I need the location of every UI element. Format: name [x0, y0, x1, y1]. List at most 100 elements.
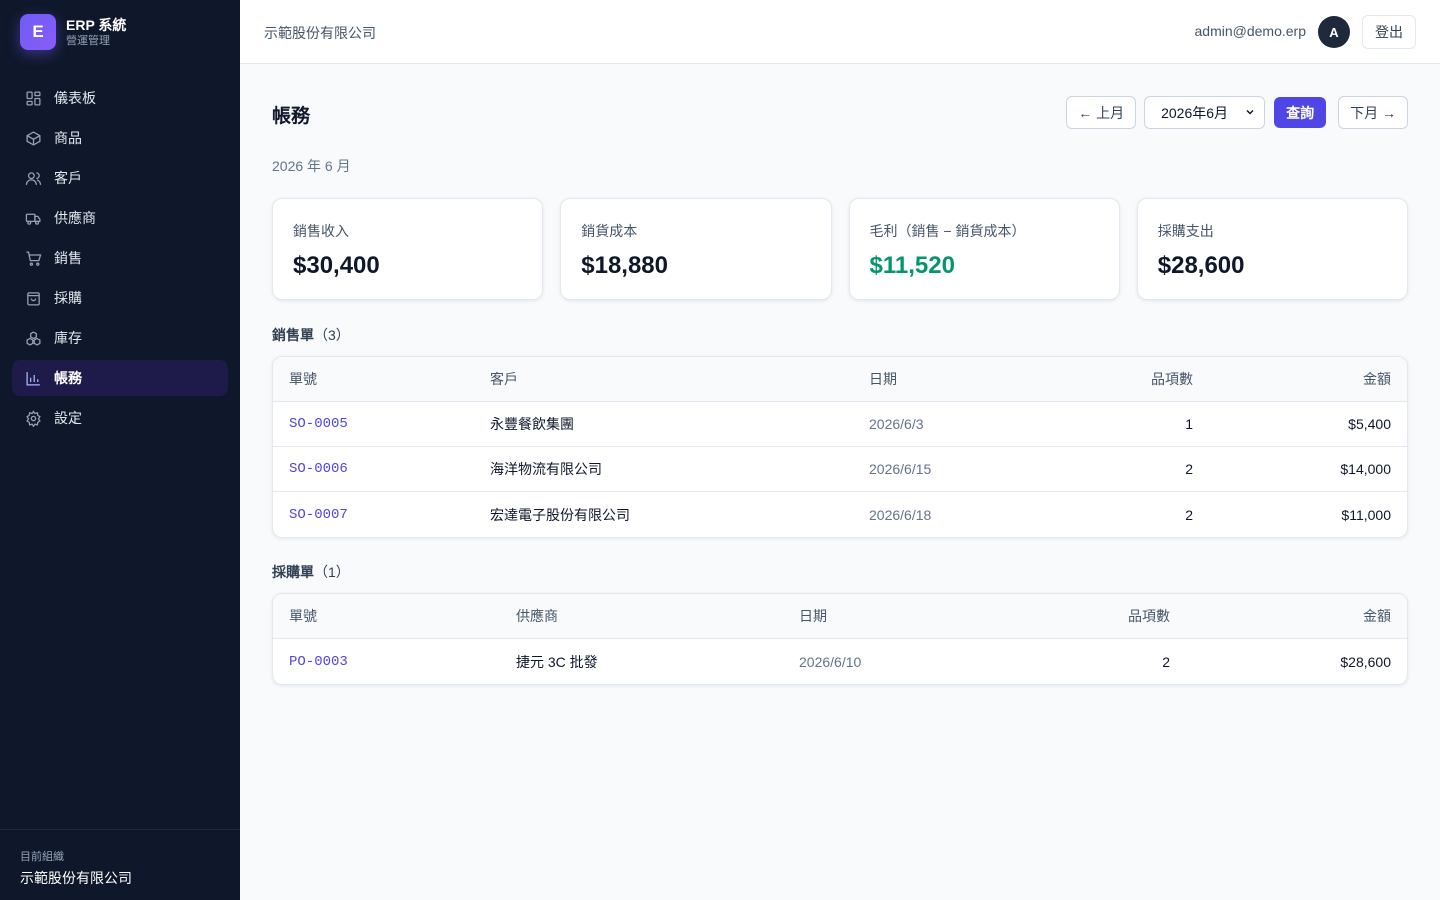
order-id-link[interactable]: SO-0007 — [273, 507, 474, 523]
col-header-id: 單號 — [289, 608, 317, 624]
col-header-id: 單號 — [289, 371, 317, 387]
sidebar-item-label: 供應商 — [54, 210, 96, 226]
user-email: admin@demo.erp — [1194, 23, 1307, 39]
order-id-link[interactable]: PO-0003 — [273, 654, 500, 670]
col-header-date: 日期 — [799, 608, 827, 624]
sales-count: （3） — [314, 327, 350, 343]
truck-icon — [24, 209, 42, 227]
query-button[interactable]: 查詢 — [1274, 97, 1327, 128]
sidebar-item-label: 客戶 — [54, 170, 82, 186]
table-header: 單號 客戶 日期 品項數 金額 — [273, 357, 1407, 402]
sidebar-item-label: 帳務 — [54, 370, 82, 386]
item-count: 2 — [1185, 506, 1193, 523]
month-select[interactable]: 2026年6月 — [1144, 96, 1266, 129]
item-count: 1 — [1185, 416, 1193, 432]
supplier-name: 捷元 3C 批發 — [516, 653, 598, 670]
stats-row: 銷售收入 $30,400 銷貨成本 $18,880 毛利（銷售 − 銷貨成本） … — [272, 198, 1408, 300]
brand-title: ERP 系統 — [66, 17, 127, 33]
col-header-customer: 客戶 — [490, 371, 518, 387]
prev-month-button[interactable]: ← 上月 — [1066, 96, 1137, 129]
sidebar-item-accounting[interactable]: 帳務 — [12, 360, 228, 396]
stat-label: 毛利（銷售 − 銷貨成本） — [869, 223, 1026, 239]
company-name: 示範股份有限公司 — [264, 25, 376, 41]
table-row[interactable]: SO-0005 永豐餐飲集團 2026/6/3 1 $5,400 — [273, 402, 1407, 447]
shopping-bag-icon — [24, 289, 42, 307]
order-amount: $11,000 — [1341, 506, 1391, 523]
cart-icon — [24, 249, 42, 267]
sidebar-item-settings[interactable]: 設定 — [12, 400, 228, 436]
order-amount: $5,400 — [1348, 416, 1391, 432]
month-controls: ← 上月 2026年6月 查詢 下月 → — [1066, 96, 1408, 129]
brand-logo: E — [20, 14, 56, 50]
boxes-icon — [24, 329, 42, 347]
box-icon — [24, 129, 42, 147]
purchases-table: 單號 供應商 日期 品項數 金額 PO-0003 捷元 3C 批發 2026/6… — [272, 593, 1408, 685]
stat-value: $11,520 — [869, 252, 955, 279]
purchases-title: 採購單 — [272, 564, 314, 580]
stat-card-gross-profit: 毛利（銷售 − 銷貨成本） $11,520 — [848, 198, 1120, 300]
current-organization: 目前組織 示範股份有限公司 — [0, 829, 240, 900]
period-label: 2026 年 6 月 — [272, 158, 351, 174]
col-header-supplier: 供應商 — [516, 608, 558, 624]
stat-card-purchase-spend: 採購支出 $28,600 — [1136, 198, 1408, 300]
sidebar-item-customers[interactable]: 客戶 — [12, 160, 228, 196]
chevron-down-icon — [1244, 105, 1256, 121]
order-date: 2026/6/18 — [869, 506, 932, 523]
sidebar: E ERP 系統 營運管理 儀表板 商品 客戶 供應商 銷售 採購 庫存 帳務 … — [0, 0, 240, 900]
purchases-count: （1） — [314, 564, 350, 580]
customer-name: 永豐餐飲集團 — [490, 416, 574, 432]
order-date: 2026/6/10 — [799, 653, 862, 670]
table-header: 單號 供應商 日期 品項數 金額 — [273, 594, 1407, 639]
sidebar-item-sales[interactable]: 銷售 — [12, 240, 228, 276]
sidebar-item-dashboard[interactable]: 儀表板 — [12, 80, 228, 116]
sales-title: 銷售單 — [272, 327, 314, 343]
order-amount: $14,000 — [1340, 461, 1391, 477]
sidebar-item-label: 儀表板 — [54, 90, 96, 106]
topbar: 示範股份有限公司 admin@demo.erp A 登出 — [240, 0, 1440, 64]
col-header-amount: 金額 — [1363, 371, 1391, 387]
sidebar-item-label: 銷售 — [54, 250, 82, 266]
sidebar-item-suppliers[interactable]: 供應商 — [12, 200, 228, 236]
sidebar-item-label: 採購 — [54, 290, 82, 306]
stat-value: $28,600 — [1157, 252, 1245, 279]
sidebar-item-label: 商品 — [54, 130, 82, 146]
brand-subtitle: 營運管理 — [66, 35, 110, 47]
stat-value: $18,880 — [581, 252, 669, 279]
sidebar-item-products[interactable]: 商品 — [12, 120, 228, 156]
sidebar-item-label: 庫存 — [54, 330, 82, 346]
table-row[interactable]: SO-0006 海洋物流有限公司 2026/6/15 2 $14,000 — [273, 447, 1407, 492]
sales-table: 單號 客戶 日期 品項數 金額 SO-0005 永豐餐飲集團 2026/6/3 … — [272, 356, 1408, 538]
page-title: 帳務 — [272, 106, 311, 127]
order-date: 2026/6/15 — [869, 461, 932, 477]
item-count: 2 — [1185, 461, 1193, 477]
stat-card-sales-revenue: 銷售收入 $30,400 — [272, 198, 544, 300]
order-id-link[interactable]: SO-0006 — [273, 461, 474, 477]
col-header-items: 品項數 — [1128, 608, 1170, 624]
table-row[interactable]: SO-0007 宏達電子股份有限公司 2026/6/18 2 $11,000 — [273, 492, 1407, 537]
sidebar-item-purchases[interactable]: 採購 — [12, 280, 228, 316]
next-month-button[interactable]: 下月 → — [1338, 96, 1408, 129]
bar-chart-icon — [24, 369, 42, 387]
col-header-date: 日期 — [869, 371, 897, 387]
logout-button[interactable]: 登出 — [1362, 15, 1416, 49]
gear-icon — [24, 409, 42, 427]
sidebar-item-label: 設定 — [54, 410, 82, 426]
avatar[interactable]: A — [1318, 16, 1350, 48]
order-id-link[interactable]: SO-0005 — [273, 416, 474, 432]
customer-name: 宏達電子股份有限公司 — [490, 506, 630, 523]
sidebar-nav: 儀表板 商品 客戶 供應商 銷售 採購 庫存 帳務 設定 — [12, 80, 228, 440]
stat-label: 銷貨成本 — [581, 223, 638, 239]
item-count: 2 — [1162, 653, 1170, 670]
org-label: 目前組織 — [20, 851, 64, 863]
col-header-amount: 金額 — [1363, 608, 1391, 624]
stat-label: 採購支出 — [1157, 223, 1214, 239]
stat-value: $30,400 — [293, 252, 380, 279]
org-name: 示範股份有限公司 — [20, 870, 132, 886]
brand[interactable]: E ERP 系統 營運管理 — [20, 14, 126, 50]
month-select-value: 2026年6月 — [1161, 104, 1229, 121]
sidebar-item-inventory[interactable]: 庫存 — [12, 320, 228, 356]
sales-section-title: 銷售單（3） — [272, 325, 350, 345]
order-amount: $28,600 — [1340, 653, 1391, 670]
dashboard-icon — [24, 89, 42, 107]
table-row[interactable]: PO-0003 捷元 3C 批發 2026/6/10 2 $28,600 — [273, 639, 1407, 684]
